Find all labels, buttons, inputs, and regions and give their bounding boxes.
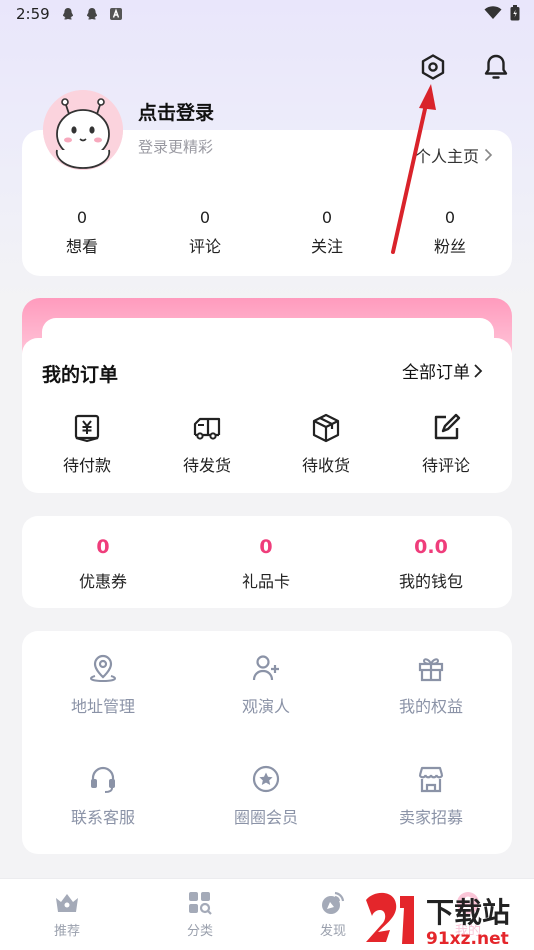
stat-want-to-see[interactable]: 0 想看 <box>22 208 142 257</box>
watermark: 下载站 91xz.net <box>360 888 530 949</box>
watermark-site: 91xz.net <box>426 929 509 948</box>
settings-button[interactable] <box>418 52 448 82</box>
order-label: 待发货 <box>182 456 231 475</box>
chevron-right-icon <box>474 363 483 378</box>
stat-fans[interactable]: 0 粉丝 <box>390 208 510 257</box>
wallet-value: 0 <box>259 536 273 558</box>
gear-icon <box>421 54 445 80</box>
stat-value: 0 <box>321 208 333 227</box>
nav-recommend[interactable]: 推荐 <box>27 890 107 939</box>
order-title: 我的订单 <box>42 364 119 386</box>
box-icon <box>312 413 340 443</box>
watermark-brand: 下载站 <box>426 896 510 929</box>
location-icon <box>89 654 117 683</box>
service-label: 我的权益 <box>398 697 463 716</box>
wifi-icon <box>484 6 502 19</box>
stat-value: 0 <box>444 208 456 227</box>
star-badge-icon <box>252 765 280 793</box>
bell-icon <box>484 54 508 79</box>
service-label: 观演人 <box>241 697 290 716</box>
all-orders-label: 全部订单 <box>402 363 470 383</box>
status-bar: 2:59 <box>0 0 534 28</box>
homepage-link[interactable]: 个人主页 <box>415 143 493 167</box>
qq-icon <box>86 8 98 20</box>
service-address[interactable]: 地址管理 <box>33 653 173 717</box>
order-pending-receipt[interactable]: 待收货 <box>271 412 381 476</box>
discover-icon <box>322 891 345 914</box>
stat-value: 0 <box>199 208 211 227</box>
service-customer-support[interactable]: 联系客服 <box>33 764 173 828</box>
headset-icon <box>91 766 115 793</box>
nav-label: 推荐 <box>53 924 80 939</box>
notification-button[interactable] <box>481 52 511 82</box>
service-audience[interactable]: 观演人 <box>196 653 336 717</box>
wallet-value: 0 <box>96 536 110 558</box>
service-label: 卖家招募 <box>398 808 463 827</box>
coupons[interactable]: 0 优惠券 <box>33 536 173 592</box>
crown-icon <box>56 894 78 912</box>
service-benefits[interactable]: 我的权益 <box>361 653 501 717</box>
order-label: 待收货 <box>301 456 350 475</box>
nav-label: 发现 <box>319 924 346 939</box>
all-orders-link[interactable]: 全部订单 <box>402 358 483 383</box>
mascot-avatar-icon <box>43 90 123 170</box>
qq-icon <box>62 8 74 20</box>
order-label: 待评论 <box>421 456 470 475</box>
store-icon <box>418 766 444 793</box>
avatar[interactable] <box>43 90 123 170</box>
app-store-icon <box>110 8 122 20</box>
order-pending-review[interactable]: 待评论 <box>391 412 501 476</box>
battery-icon <box>510 5 520 21</box>
service-label: 地址管理 <box>70 697 135 716</box>
stat-following[interactable]: 0 关注 <box>267 208 387 257</box>
wallet-value: 0.0 <box>414 536 448 558</box>
service-seller-recruit[interactable]: 卖家招募 <box>361 764 501 828</box>
homepage-label: 个人主页 <box>415 147 480 166</box>
stat-label: 想看 <box>65 237 98 256</box>
wallet-label: 礼品卡 <box>241 572 290 591</box>
stat-label: 评论 <box>188 237 221 256</box>
login-subtitle: 登录更精彩 <box>138 138 214 156</box>
nav-label: 分类 <box>186 924 213 939</box>
truck-icon <box>193 417 221 440</box>
login-title[interactable]: 点击登录 <box>138 98 214 125</box>
category-icon <box>189 892 212 915</box>
stat-label: 关注 <box>310 237 343 256</box>
gift-cards[interactable]: 0 礼品卡 <box>196 536 336 592</box>
service-label: 圈圈会员 <box>233 808 298 827</box>
order-label: 待付款 <box>62 456 111 475</box>
my-wallet[interactable]: 0.0 我的钱包 <box>361 536 501 592</box>
chevron-right-icon <box>484 148 493 162</box>
order-pending-payment[interactable]: 待付款 <box>32 412 142 476</box>
stat-value: 0 <box>76 208 88 227</box>
service-label: 联系客服 <box>70 808 135 827</box>
order-pending-shipment[interactable]: 待发货 <box>152 412 262 476</box>
status-time: 2:59 <box>16 5 50 23</box>
payment-icon <box>74 414 100 443</box>
gift-icon <box>418 658 444 682</box>
wallet-label: 优惠券 <box>78 572 127 591</box>
watermark-logo-icon: 下载站 91xz.net <box>360 888 530 949</box>
stat-label: 粉丝 <box>433 237 466 256</box>
stat-comments[interactable]: 0 评论 <box>145 208 265 257</box>
add-person-icon <box>252 655 279 681</box>
order-card-notch <box>246 338 286 354</box>
edit-icon <box>434 413 461 440</box>
nav-category[interactable]: 分类 <box>160 890 240 939</box>
wallet-label: 我的钱包 <box>398 572 463 591</box>
service-membership[interactable]: 圈圈会员 <box>196 764 336 828</box>
